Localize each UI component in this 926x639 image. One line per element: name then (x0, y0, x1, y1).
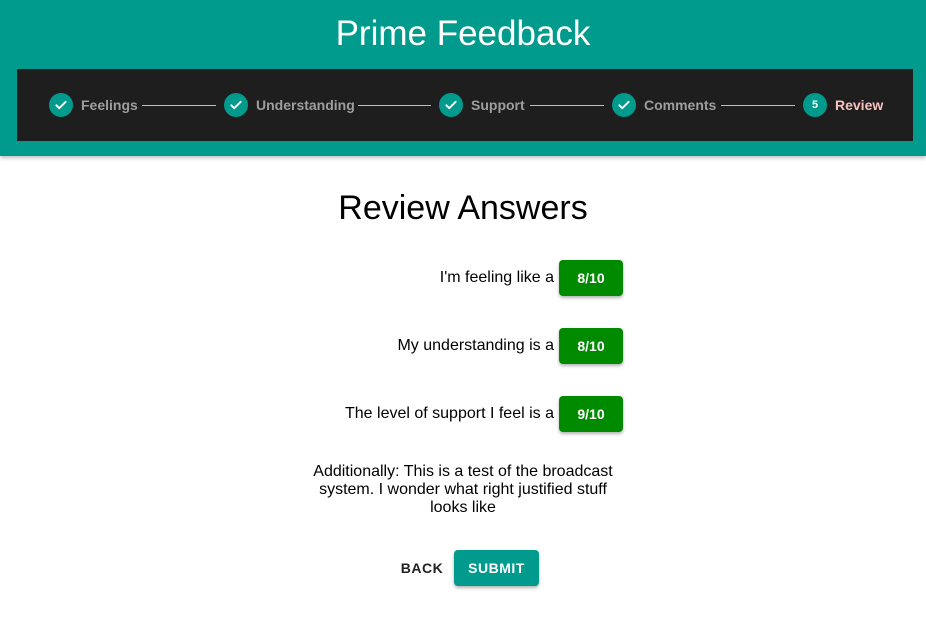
step-label: Comments (644, 97, 717, 113)
comments-text: Additionally: This is a test of the broa… (313, 463, 613, 516)
answer-label: I'm feeling like a (439, 269, 554, 286)
check-icon (439, 93, 463, 117)
check-icon (49, 93, 73, 117)
step-connector (358, 105, 431, 106)
answer-row-understanding: My understanding is a 8/10 (397, 328, 623, 364)
check-icon (224, 93, 248, 117)
step-label: Review (835, 97, 884, 113)
back-button[interactable]: BACK (392, 550, 452, 586)
step-support[interactable]: Support (439, 93, 525, 117)
step-review[interactable]: 5 Review (803, 93, 883, 117)
score-badge: 8/10 (559, 260, 623, 296)
page-title: Review Answers (338, 189, 588, 227)
app-title: Prime Feedback (335, 14, 591, 53)
step-label: Support (471, 97, 525, 113)
step-connector (142, 105, 216, 106)
app-header: Prime Feedback Feelings Understanding Su… (0, 0, 926, 156)
step-number-badge: 5 (803, 93, 827, 117)
step-comments[interactable]: Comments (612, 93, 716, 117)
step-feelings[interactable]: Feelings (49, 93, 138, 117)
step-label: Understanding (256, 97, 355, 113)
answer-label: My understanding is a (397, 337, 554, 354)
answer-label: The level of support I feel is a (345, 405, 554, 422)
progress-stepper: Feelings Understanding Support Comments (17, 69, 913, 141)
score-badge: 8/10 (559, 328, 623, 364)
step-connector (530, 105, 604, 106)
answer-row-support: The level of support I feel is a 9/10 (345, 396, 623, 432)
step-connector (721, 105, 795, 106)
answer-row-feelings: I'm feeling like a 8/10 (440, 260, 623, 296)
step-number: 5 (811, 99, 819, 111)
step-understanding[interactable]: Understanding (224, 93, 355, 117)
check-icon (612, 93, 636, 117)
step-label: Feelings (81, 97, 138, 113)
submit-button[interactable]: SUBMIT (454, 550, 539, 586)
score-badge: 9/10 (559, 396, 623, 432)
